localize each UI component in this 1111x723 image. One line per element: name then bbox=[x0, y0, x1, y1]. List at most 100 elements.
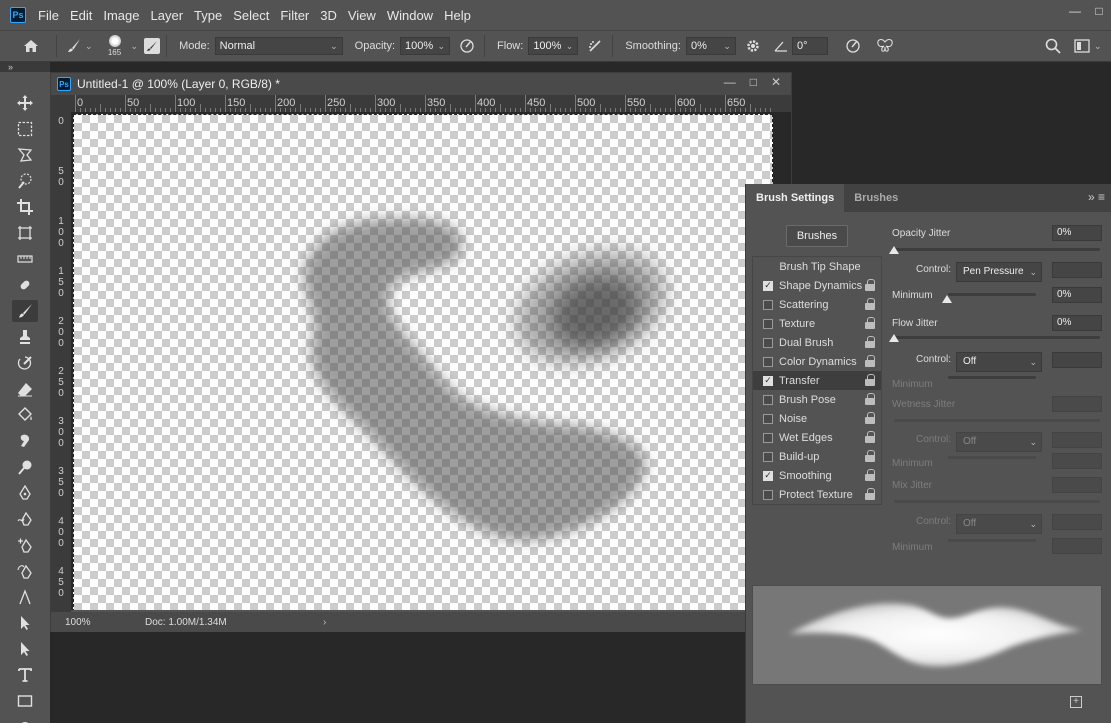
flow-input[interactable]: 100% ⌄ bbox=[528, 37, 579, 55]
document-close-button[interactable]: ✕ bbox=[771, 75, 781, 89]
brush-preset-chevron-down-icon[interactable]: ⌄ bbox=[131, 41, 139, 52]
texture-checkbox[interactable] bbox=[763, 318, 773, 329]
color-dynamics-checkbox[interactable] bbox=[763, 356, 773, 367]
menu-type[interactable]: Type bbox=[194, 8, 222, 23]
scattering-lock-icon[interactable] bbox=[865, 298, 875, 310]
menu-3d[interactable]: 3D bbox=[320, 8, 337, 23]
canvas[interactable] bbox=[73, 114, 773, 610]
add-anchor-point-tool-icon[interactable] bbox=[12, 534, 38, 556]
brush-pose-lock-icon[interactable] bbox=[865, 393, 875, 405]
minimum-1-slider-thumb[interactable] bbox=[942, 295, 952, 303]
freeform-pen-tool-icon[interactable] bbox=[12, 508, 38, 530]
build-up-checkbox[interactable] bbox=[763, 451, 773, 462]
tool-preset-chevron-down-icon[interactable]: ⌄ bbox=[85, 41, 93, 52]
hand-tool-icon[interactable] bbox=[12, 714, 38, 723]
brush-tip-shape-item[interactable]: Brush Tip Shape bbox=[753, 257, 881, 276]
menu-window[interactable]: Window bbox=[387, 8, 433, 23]
toolbar-collapse-strip[interactable]: » bbox=[0, 62, 50, 72]
texture-lock-icon[interactable] bbox=[865, 317, 875, 329]
brush-option-wet-edges[interactable]: Wet Edges bbox=[753, 428, 881, 447]
wet-edges-checkbox[interactable] bbox=[763, 432, 773, 443]
brush-option-scattering[interactable]: Scattering bbox=[753, 295, 881, 314]
quick-selection-tool-icon[interactable] bbox=[12, 170, 38, 192]
angle-input[interactable]: 0° bbox=[791, 37, 828, 55]
brushes-button[interactable]: Brushes bbox=[786, 225, 848, 247]
tab-brushes[interactable]: Brushes bbox=[844, 184, 908, 212]
panel-menu-icon[interactable]: » ≡ bbox=[1088, 190, 1105, 204]
flow-jitter-slider-thumb[interactable] bbox=[889, 334, 899, 342]
brush-option-protect-texture[interactable]: Protect Texture bbox=[753, 485, 881, 504]
brush-tool-preset-icon[interactable] bbox=[63, 35, 85, 57]
dual-brush-checkbox[interactable] bbox=[763, 337, 773, 348]
brush-option-color-dynamics[interactable]: Color Dynamics bbox=[753, 352, 881, 371]
horizontal-ruler[interactable]: 0 50 100 150 200 250 300 350 400 450 500 550 600 650 bbox=[71, 95, 791, 112]
smoothing-input[interactable]: 0% ⌄ bbox=[685, 37, 736, 55]
type-tool-icon[interactable] bbox=[12, 664, 38, 686]
flow-jitter-input[interactable]: 0% bbox=[1052, 315, 1102, 331]
opacity-jitter-slider-thumb[interactable] bbox=[889, 246, 899, 254]
dodge-tool-icon[interactable] bbox=[12, 456, 38, 478]
smoothing-lock-icon[interactable] bbox=[865, 469, 875, 481]
window-minimize-button[interactable]: — bbox=[1063, 0, 1087, 22]
brush-option-texture[interactable]: Texture bbox=[753, 314, 881, 333]
lasso-tool-icon[interactable] bbox=[12, 144, 38, 166]
brush-option-shape-dynamics[interactable]: ✓ Shape Dynamics bbox=[753, 276, 881, 295]
direct-selection-tool-icon[interactable] bbox=[12, 638, 38, 660]
menu-select[interactable]: Select bbox=[233, 8, 269, 23]
status-menu-arrow-icon[interactable]: › bbox=[323, 617, 326, 628]
flow-jitter-slider[interactable] bbox=[894, 336, 1100, 339]
pressure-size-icon[interactable] bbox=[842, 35, 864, 57]
protect-texture-checkbox[interactable] bbox=[763, 489, 773, 500]
brush-settings-toggle-icon[interactable] bbox=[144, 38, 161, 54]
history-brush-tool-icon[interactable] bbox=[12, 352, 38, 374]
crop-tool-icon[interactable] bbox=[12, 196, 38, 218]
healing-brush-tool-icon[interactable] bbox=[12, 274, 38, 296]
smudge-tool-icon[interactable] bbox=[12, 430, 38, 452]
paint-bucket-tool-icon[interactable] bbox=[12, 404, 38, 426]
airbrush-icon[interactable] bbox=[584, 35, 606, 57]
brush-preset-picker[interactable]: 165 bbox=[101, 32, 129, 60]
brush-option-noise[interactable]: Noise bbox=[753, 409, 881, 428]
noise-lock-icon[interactable] bbox=[865, 412, 875, 424]
tab-brush-settings[interactable]: Brush Settings bbox=[746, 184, 845, 212]
menu-filter[interactable]: Filter bbox=[280, 8, 309, 23]
control-2-dropdown[interactable]: Off ⌄ bbox=[956, 352, 1042, 372]
document-maximize-button[interactable]: □ bbox=[750, 75, 757, 89]
brush-option-brush-pose[interactable]: Brush Pose bbox=[753, 390, 881, 409]
convert-point-tool-icon[interactable] bbox=[12, 586, 38, 608]
transfer-lock-icon[interactable] bbox=[865, 374, 875, 386]
smoothing-gear-icon[interactable] bbox=[742, 35, 764, 57]
menu-image[interactable]: Image bbox=[103, 8, 139, 23]
minimum-1-slider[interactable] bbox=[948, 293, 1036, 296]
wet-edges-lock-icon[interactable] bbox=[865, 431, 875, 443]
dual-brush-lock-icon[interactable] bbox=[865, 336, 875, 348]
path-selection-tool-icon[interactable] bbox=[12, 612, 38, 634]
search-icon[interactable] bbox=[1042, 35, 1064, 57]
build-up-lock-icon[interactable] bbox=[865, 450, 875, 462]
control-1-dropdown[interactable]: Pen Pressure ⌄ bbox=[956, 262, 1042, 282]
home-icon[interactable] bbox=[20, 35, 42, 57]
menu-view[interactable]: View bbox=[348, 8, 376, 23]
smoothing-checkbox[interactable]: ✓ bbox=[763, 470, 773, 481]
document-minimize-button[interactable]: — bbox=[724, 75, 736, 89]
brush-tool-icon[interactable] bbox=[12, 300, 38, 322]
clone-stamp-tool-icon[interactable] bbox=[12, 326, 38, 348]
brush-option-build-up[interactable]: Build-up bbox=[753, 447, 881, 466]
mode-dropdown[interactable]: Normal ⌄ bbox=[214, 37, 343, 55]
vertical-ruler[interactable]: 0 5 0 1 0 0 1 5 0 2 0 0 2 5 0 3 0 0 3 5 0 4 0 0 4… bbox=[51, 112, 71, 612]
frame-tool-icon[interactable] bbox=[12, 222, 38, 244]
minimum-1-input[interactable]: 0% bbox=[1052, 287, 1102, 303]
workspace-chevron-down-icon[interactable]: ⌄ bbox=[1094, 41, 1102, 52]
transfer-checkbox[interactable]: ✓ bbox=[763, 375, 773, 386]
zoom-level[interactable]: 100% bbox=[51, 617, 101, 628]
workspace-switcher-icon[interactable] bbox=[1071, 35, 1093, 57]
shape-dynamics-lock-icon[interactable] bbox=[865, 279, 875, 291]
opacity-jitter-slider[interactable] bbox=[894, 248, 1100, 251]
brush-option-transfer[interactable]: ✓ Transfer bbox=[753, 371, 881, 390]
ruler-tool-icon[interactable] bbox=[12, 248, 38, 270]
menu-edit[interactable]: Edit bbox=[70, 8, 92, 23]
symmetry-butterfly-icon[interactable] bbox=[874, 35, 896, 57]
create-new-brush-icon[interactable]: + bbox=[1070, 696, 1082, 708]
curvature-pen-tool-icon[interactable] bbox=[12, 560, 38, 582]
rectangle-tool-icon[interactable] bbox=[12, 690, 38, 712]
